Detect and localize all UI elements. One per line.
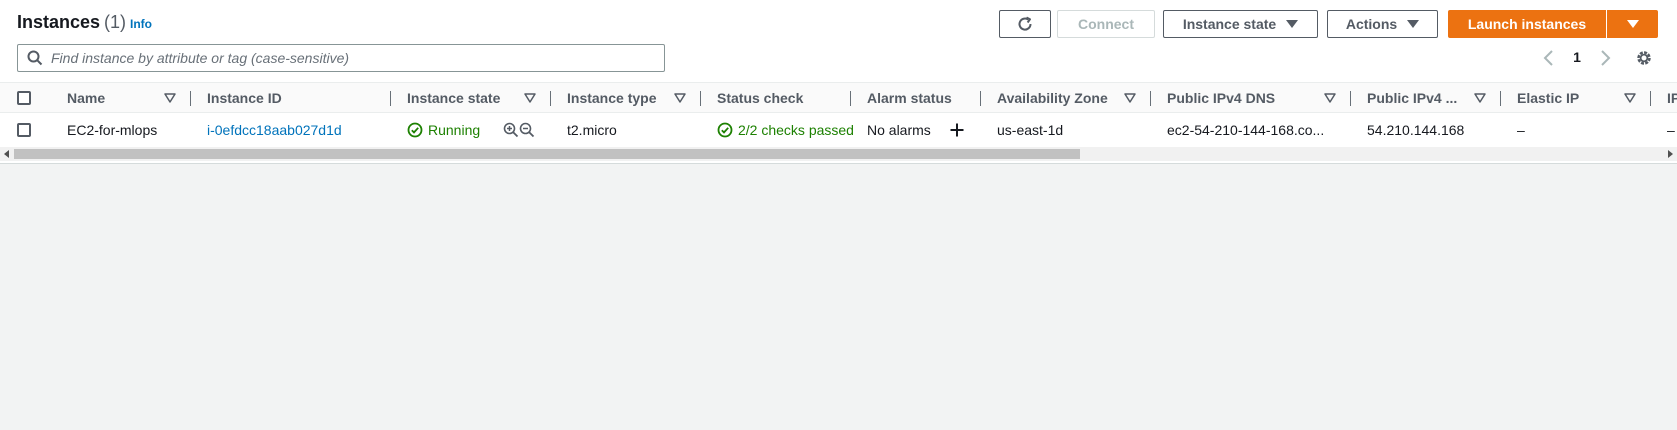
cell-name: EC2-for-mlops	[67, 122, 158, 138]
cell-ip: –	[1667, 122, 1675, 138]
scrollbar-thumb[interactable]	[14, 149, 1080, 159]
column-divider[interactable]	[1350, 91, 1351, 106]
column-header-instance-state[interactable]: Instance state	[407, 83, 517, 113]
gear-icon[interactable]	[1634, 48, 1654, 68]
sort-icon[interactable]	[1474, 92, 1486, 104]
next-page-icon[interactable]	[1596, 48, 1614, 68]
sort-icon[interactable]	[1324, 92, 1336, 104]
column-divider[interactable]	[190, 91, 191, 106]
column-divider[interactable]	[1650, 91, 1651, 106]
actions-button[interactable]: Actions	[1327, 10, 1438, 38]
connect-label: Connect	[1078, 16, 1134, 32]
caret-down-icon	[1407, 20, 1420, 28]
column-header-public-ipv4[interactable]: Public IPv4 ...	[1367, 83, 1472, 113]
launch-instances-button[interactable]: Launch instances	[1448, 10, 1606, 38]
sort-icon[interactable]	[1124, 92, 1136, 104]
refresh-button[interactable]	[999, 10, 1051, 38]
actions-label: Actions	[1345, 16, 1398, 32]
zoom-out-icon[interactable]	[519, 122, 535, 138]
refresh-icon	[1018, 16, 1032, 31]
zoom-in-icon[interactable]	[503, 122, 519, 138]
column-divider[interactable]	[550, 91, 551, 106]
column-header-elastic-ip[interactable]: Elastic IP	[1517, 83, 1617, 113]
column-header-name[interactable]: Name	[67, 83, 167, 113]
column-header-ip[interactable]: IP	[1667, 83, 1677, 113]
page-title: Instances (1)	[17, 12, 126, 33]
column-header-public-dns[interactable]: Public IPv4 DNS	[1167, 83, 1317, 113]
previous-page-icon[interactable]	[1540, 48, 1558, 68]
info-link[interactable]: Info	[130, 17, 152, 31]
add-alarm-icon[interactable]	[949, 122, 965, 138]
status-check-text: 2/2 checks passed	[738, 122, 854, 138]
column-header-instance-id[interactable]: Instance ID	[207, 83, 367, 113]
caret-down-icon	[1286, 20, 1299, 28]
cell-public-ipv4: 54.210.144.168	[1367, 122, 1465, 138]
search-input[interactable]	[51, 46, 664, 70]
sort-icon[interactable]	[524, 92, 536, 104]
column-divider[interactable]	[1150, 91, 1151, 106]
table-header: Name Instance ID Instance state Instance…	[0, 82, 1677, 113]
cell-elastic-ip: –	[1517, 122, 1525, 138]
horizontal-scrollbar[interactable]	[0, 147, 1677, 161]
title-text: Instances	[17, 12, 101, 32]
cell-status-check: 2/2 checks passed	[717, 114, 854, 146]
column-divider[interactable]	[850, 91, 851, 106]
scroll-right-arrow-icon[interactable]	[1666, 150, 1674, 158]
sort-icon[interactable]	[164, 92, 176, 104]
column-divider[interactable]	[1500, 91, 1501, 106]
check-circle-icon	[407, 122, 423, 138]
row-checkbox[interactable]	[17, 123, 31, 137]
instance-state-text: Running	[428, 122, 481, 138]
page-number[interactable]: 1	[1570, 49, 1584, 65]
cell-instance-state: Running	[407, 114, 507, 146]
launch-dropdown-button[interactable]	[1607, 10, 1658, 38]
column-header-instance-type[interactable]: Instance type	[567, 83, 677, 113]
column-header-availability-zone[interactable]: Availability Zone	[997, 83, 1117, 113]
search-icon	[27, 50, 43, 66]
instance-id-link[interactable]: i-0efdcc18aab027d1d	[207, 114, 387, 146]
instances-panel: Instances (1) Info Connect Instance state…	[0, 0, 1677, 164]
select-all-checkbox[interactable]	[17, 91, 31, 105]
scroll-left-arrow-icon[interactable]	[3, 150, 11, 158]
cell-alarm-status: No alarms	[867, 122, 931, 138]
column-header-alarm-status[interactable]: Alarm status	[867, 83, 977, 113]
column-divider[interactable]	[390, 91, 391, 106]
search-box	[17, 44, 665, 72]
check-circle-icon	[717, 122, 733, 138]
launch-label: Launch instances	[1467, 16, 1587, 32]
instance-count: (1)	[104, 12, 127, 32]
sort-icon[interactable]	[1624, 92, 1636, 104]
column-divider[interactable]	[700, 91, 701, 106]
cell-instance-type: t2.micro	[567, 122, 617, 138]
cell-public-dns: ec2-54-210-144-168.co...	[1167, 122, 1325, 138]
sort-icon[interactable]	[674, 92, 686, 104]
column-divider[interactable]	[980, 91, 981, 106]
connect-button[interactable]: Connect	[1057, 10, 1155, 38]
instance-state-label: Instance state	[1182, 16, 1277, 32]
cell-availability-zone: us-east-1d	[997, 122, 1064, 138]
instance-state-button[interactable]: Instance state	[1163, 10, 1318, 38]
table-row[interactable]: EC2-for-mlops i-0efdcc18aab027d1d Runnin…	[0, 114, 1677, 146]
caret-down-icon	[1626, 20, 1639, 28]
column-header-status-check[interactable]: Status check	[717, 83, 837, 113]
